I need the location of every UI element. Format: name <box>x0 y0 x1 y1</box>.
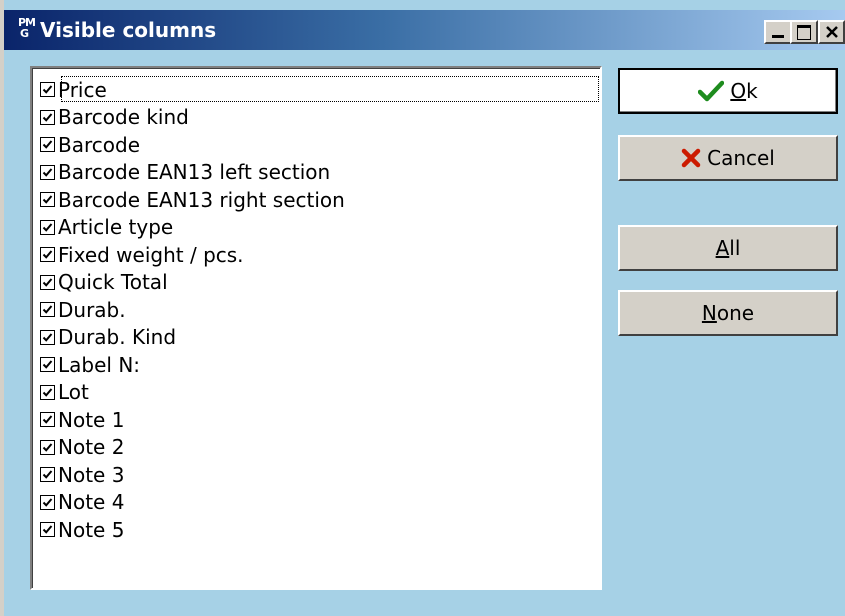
column-checkbox[interactable] <box>40 164 55 180</box>
column-item[interactable]: Note 5 <box>40 516 600 544</box>
column-item-label: Label N: <box>58 352 141 377</box>
column-checkbox[interactable] <box>40 109 55 125</box>
checkmark-icon <box>42 223 53 232</box>
all-label: All <box>716 236 741 260</box>
maximize-button[interactable] <box>790 20 818 44</box>
column-checkbox[interactable] <box>40 219 55 235</box>
none-button[interactable]: None <box>618 290 838 336</box>
cancel-button[interactable]: Cancel <box>618 135 838 181</box>
column-item[interactable]: Note 2 <box>40 434 600 462</box>
column-item[interactable]: Durab. <box>40 296 600 324</box>
column-item[interactable]: Label N: <box>40 351 600 379</box>
column-checkbox[interactable] <box>40 192 55 208</box>
checkmark-icon <box>42 113 53 122</box>
column-item-label: Barcode EAN13 right section <box>58 187 345 212</box>
none-label: None <box>702 301 754 325</box>
column-item-label: Barcode <box>58 132 140 157</box>
checkmark-icon <box>42 168 53 177</box>
column-item-label: Durab. <box>58 297 126 322</box>
columns-listbox[interactable]: Price Barcode kind Barcode Barcode EAN13 le… <box>30 66 602 590</box>
column-checkbox[interactable] <box>40 302 55 318</box>
column-item[interactable]: Note 3 <box>40 461 600 489</box>
checkmark-icon <box>42 470 53 480</box>
column-item[interactable]: Price <box>40 76 600 104</box>
all-label-rest: ll <box>729 236 741 260</box>
column-item-label: Quick Total <box>58 270 168 295</box>
column-item-label: Fixed weight / pcs. <box>58 242 244 267</box>
column-checkbox[interactable] <box>40 384 55 400</box>
ok-mnemonic: O <box>730 79 747 103</box>
checkmark-icon <box>42 250 53 260</box>
focus-rectangle <box>61 76 599 102</box>
checkmark-icon <box>42 333 53 342</box>
ok-button[interactable]: Ok <box>618 68 838 114</box>
checkmark-icon <box>42 498 53 507</box>
checkmark-icon <box>42 525 53 535</box>
column-item[interactable]: Quick Total <box>40 269 600 297</box>
column-checkbox[interactable] <box>40 467 55 483</box>
column-item-label: Note 4 <box>58 490 125 515</box>
columns-list: Price Barcode kind Barcode Barcode EAN13 le… <box>40 76 600 544</box>
column-item-label: Lot <box>58 380 89 405</box>
x-icon <box>681 148 701 168</box>
column-item[interactable]: Note 4 <box>40 489 600 517</box>
column-checkbox[interactable] <box>40 357 55 373</box>
app-icon-text-bottom: G <box>20 27 30 40</box>
checkmark-icon <box>42 360 53 370</box>
column-item[interactable]: Durab. Kind <box>40 324 600 352</box>
checkmark-icon <box>42 443 53 452</box>
column-item[interactable]: Note 1 <box>40 406 600 434</box>
column-item-label: Note 5 <box>58 517 125 542</box>
none-label-rest: one <box>716 301 755 325</box>
column-checkbox[interactable] <box>40 439 55 455</box>
title-bar[interactable]: PM G Visible columns <box>4 10 845 50</box>
column-item[interactable]: Barcode <box>40 131 600 159</box>
checkmark-icon <box>42 140 53 150</box>
checkmark-icon <box>42 278 53 287</box>
column-item[interactable]: Barcode EAN13 left section <box>40 159 600 187</box>
column-checkbox[interactable] <box>40 494 55 510</box>
column-item-label: Note 1 <box>58 407 125 432</box>
column-checkbox[interactable] <box>40 329 55 345</box>
checkmark-icon <box>42 195 53 205</box>
column-item-label: Durab. Kind <box>58 325 177 350</box>
column-item-label: Barcode kind <box>58 105 189 130</box>
window-title: Visible columns <box>40 18 217 42</box>
checkmark-icon <box>42 85 53 95</box>
column-checkbox[interactable] <box>40 274 55 290</box>
ok-label-rest: k <box>746 79 758 103</box>
all-mnemonic: A <box>715 236 730 260</box>
close-button[interactable] <box>818 20 845 44</box>
column-item[interactable]: Lot <box>40 379 600 407</box>
close-icon <box>826 26 838 38</box>
app-icon: PM G <box>18 17 40 43</box>
column-checkbox[interactable] <box>40 247 55 263</box>
column-item[interactable]: Barcode kind <box>40 104 600 132</box>
column-checkbox[interactable] <box>40 137 55 153</box>
ok-label: Ok <box>730 79 757 103</box>
column-item[interactable]: Barcode EAN13 right section <box>40 186 600 214</box>
column-item[interactable]: Article type <box>40 214 600 242</box>
column-item-label: Price <box>58 77 107 102</box>
column-item[interactable]: Fixed weight / pcs. <box>40 241 600 269</box>
visible-columns-dialog: PM G Visible columns Price Barcode kind Ba… <box>0 0 845 616</box>
none-mnemonic: N <box>701 301 717 325</box>
column-checkbox[interactable] <box>40 412 55 428</box>
checkmark-icon <box>42 388 53 397</box>
column-item-label: Note 2 <box>58 435 125 460</box>
cancel-label: Cancel <box>707 146 775 170</box>
minimize-button[interactable] <box>764 20 792 44</box>
column-item-label: Barcode EAN13 left section <box>58 160 331 185</box>
checkmark-icon <box>42 305 53 315</box>
column-checkbox[interactable] <box>40 522 55 538</box>
column-item-label: Article type <box>58 215 174 240</box>
checkmark-icon <box>42 415 53 425</box>
column-checkbox[interactable] <box>40 82 55 98</box>
check-icon <box>698 80 725 102</box>
column-item-label: Note 3 <box>58 462 125 487</box>
all-button[interactable]: All <box>618 225 838 271</box>
